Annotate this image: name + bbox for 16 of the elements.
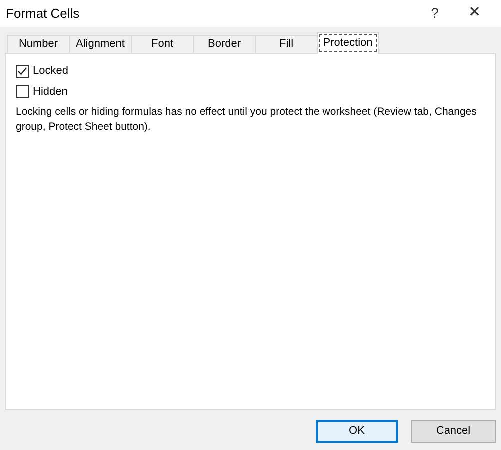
tab[interactable]: Border xyxy=(193,35,255,53)
checkbox-label: Hidden xyxy=(33,84,68,100)
tab[interactable]: Font xyxy=(131,35,193,53)
tab[interactable]: Fill xyxy=(255,35,317,53)
window-title: Format Cells xyxy=(6,4,81,23)
tab[interactable]: Number xyxy=(7,35,69,53)
checkbox[interactable] xyxy=(16,64,29,78)
tab[interactable]: Protection xyxy=(317,32,379,54)
checkbox[interactable] xyxy=(16,85,29,98)
help-button[interactable]: ? xyxy=(415,3,455,24)
dialog-button[interactable]: OK xyxy=(316,420,398,443)
checkbox-label: Locked xyxy=(33,64,68,79)
protection-note: Locking cells or hiding formulas has no effect until you protect the worksheet (Review tab, Changes group, Protect Sheet button). xyxy=(16,105,478,135)
dialog-button[interactable]: Cancel xyxy=(411,420,496,443)
close-button[interactable]: ✕ xyxy=(455,2,495,25)
tab[interactable]: Alignment xyxy=(69,35,131,53)
